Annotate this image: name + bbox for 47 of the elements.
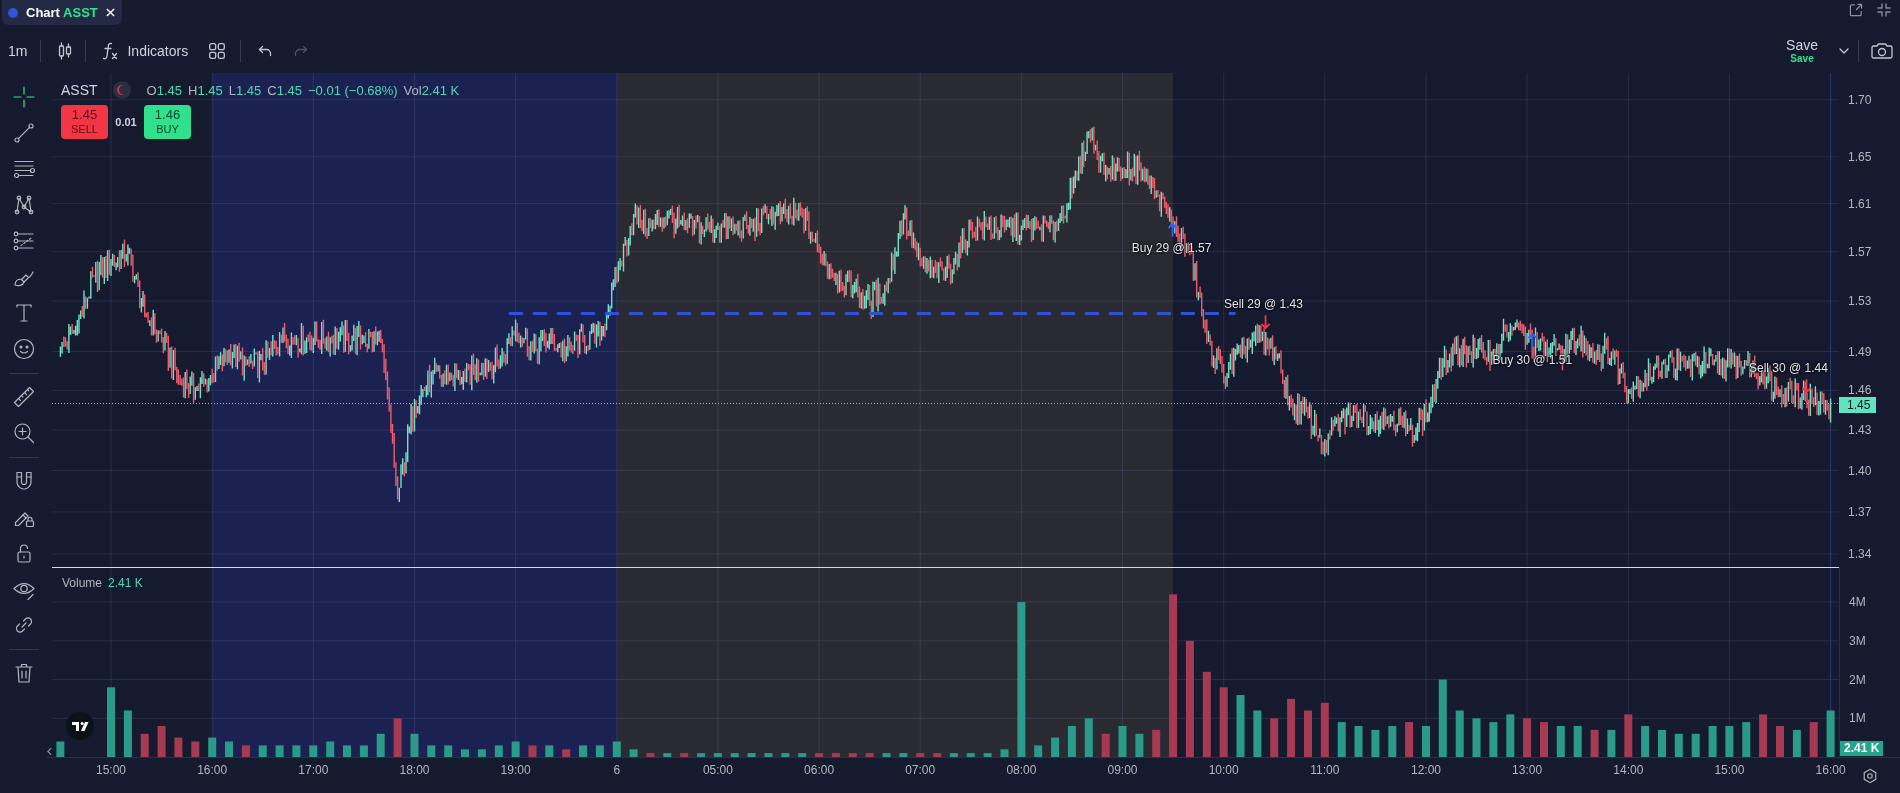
- price-axis-label: 1.49: [1848, 345, 1872, 358]
- volume-axis-label: 4M: [1849, 596, 1866, 609]
- price-axis-label: 1.70: [1848, 93, 1872, 106]
- trade-label: Sell 29 @ 1.43: [1224, 295, 1303, 312]
- current-price-tag: 1.45: [1839, 396, 1877, 413]
- ohlc-value: C1.45: [267, 82, 302, 98]
- time-axis-label: 09:00: [1107, 763, 1138, 777]
- time-axis-label: 15:00: [1714, 763, 1745, 777]
- time-axis-label: 16:00: [197, 763, 228, 777]
- price-change: −0.01 (−0.68%): [307, 82, 398, 98]
- time-axis-label: 16:00: [1815, 763, 1846, 777]
- volume-tag: 2.41 K: [1840, 741, 1884, 756]
- price-axis-label: 1.65: [1848, 150, 1872, 163]
- price-axis-label: 1.46: [1848, 384, 1872, 397]
- time-axis-label: 19:00: [500, 763, 531, 777]
- time-axis-label: 15:00: [96, 763, 126, 777]
- save-status: Save: [1790, 52, 1814, 64]
- volume-axis-label: 2M: [1849, 673, 1866, 686]
- time-axis-label: 11:00: [1310, 763, 1340, 777]
- time-axis-label: 10:00: [1208, 763, 1239, 777]
- ohlc-value: H1.45: [188, 82, 223, 98]
- ohlc-value: L1.45: [228, 82, 262, 98]
- price-axis-label: 1.57: [1848, 245, 1872, 258]
- volume-axis-label: 1M: [1849, 712, 1866, 725]
- price-axis-label: 1.53: [1848, 295, 1872, 307]
- price-axis-label: 1.34: [1848, 548, 1872, 561]
- price-axis-label: 1.61: [1848, 197, 1872, 210]
- price-axis-label: 1.43: [1848, 424, 1872, 436]
- time-axis-label: 05:00: [702, 763, 733, 777]
- time-axis-label: 13:00: [1512, 763, 1543, 777]
- time-axis-label: 07:00: [905, 763, 936, 777]
- price-axis-label: 1.40: [1848, 464, 1872, 477]
- volume-axis-label: 3M: [1849, 634, 1866, 647]
- symbol-label: ASST: [61, 82, 98, 98]
- volume-title: Volume: [62, 576, 103, 590]
- volume-legend-value: 2.41 K: [108, 576, 143, 590]
- time-axis-label: 08:00: [1006, 763, 1037, 777]
- ohlc-value: O1.45: [146, 82, 182, 98]
- price-axis-label: 1.37: [1848, 505, 1872, 518]
- volume-value: Vol2.41 K: [403, 82, 460, 98]
- time-axis-label: 06:00: [804, 763, 835, 777]
- time-axis-label: 18:00: [399, 763, 430, 777]
- spread-value: 0.01: [114, 115, 138, 130]
- time-axis-label: 17:00: [298, 763, 329, 777]
- time-axis-label: 14:00: [1613, 763, 1644, 777]
- time-axis-label: 6: [613, 763, 621, 777]
- time-axis-label: 12:00: [1411, 763, 1441, 777]
